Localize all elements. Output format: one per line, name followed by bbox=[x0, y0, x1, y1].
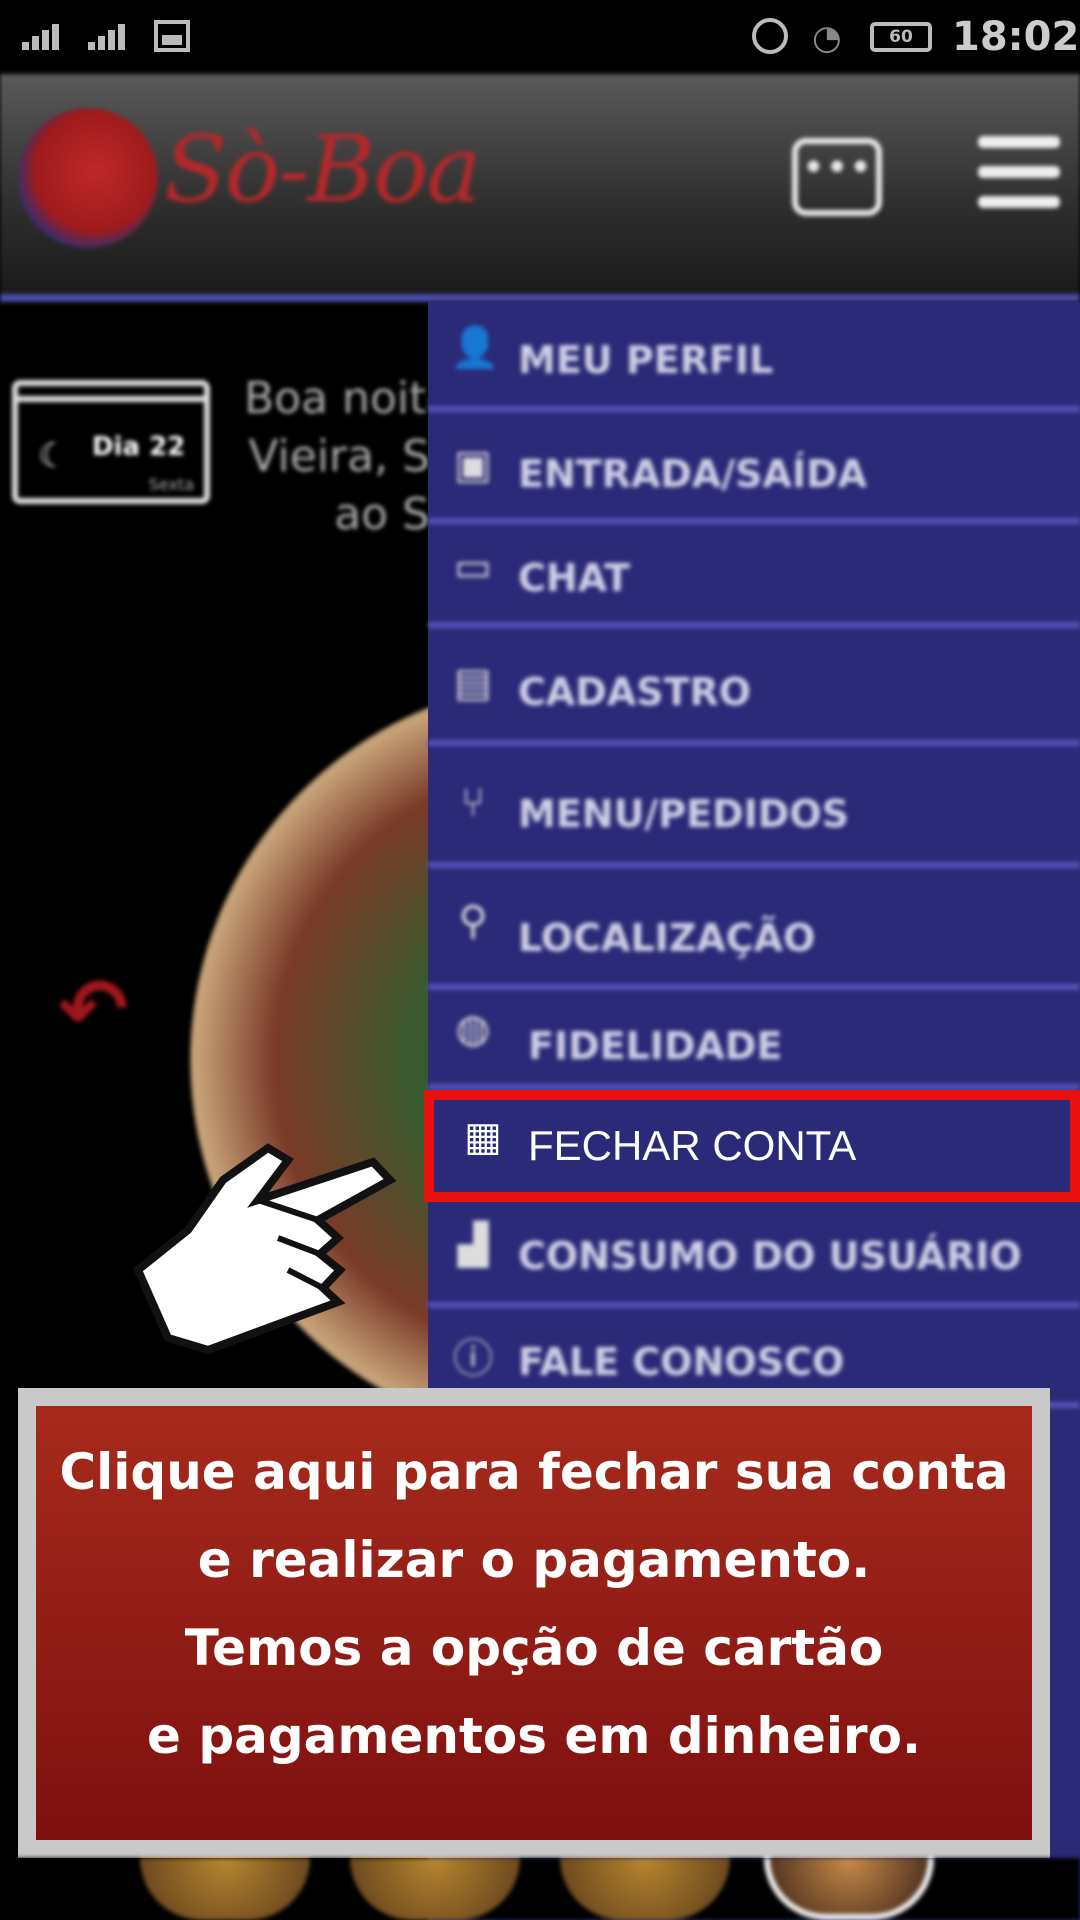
callout-line: Temos a opção de cartão bbox=[184, 1619, 884, 1677]
menu-item-label: FALE CONOSCO bbox=[518, 1340, 845, 1384]
location-pin-icon: ⚲ bbox=[458, 898, 488, 944]
menu-item-chat[interactable]: ▭ CHAT bbox=[428, 524, 1080, 628]
document-icon: ▤ bbox=[454, 660, 492, 706]
thumbnail[interactable] bbox=[560, 1858, 730, 1920]
thumbnail[interactable] bbox=[350, 1858, 520, 1920]
menu-item-label: FECHAR CONTA bbox=[528, 1122, 857, 1169]
chart-icon: ▟ bbox=[457, 1222, 489, 1268]
thumbnail[interactable] bbox=[764, 1858, 934, 1920]
hamburger-icon[interactable] bbox=[978, 136, 1060, 216]
greeting-line: Boa noite bbox=[244, 373, 430, 424]
cash-register-icon: ▦ bbox=[464, 1114, 502, 1160]
person-icon: 👤 bbox=[450, 325, 500, 371]
callout-line: e pagamentos em dinheiro. bbox=[147, 1707, 921, 1765]
moon-icon: ☾ bbox=[38, 436, 69, 476]
menu-item-cadastro[interactable]: ▤ CADASTRO bbox=[428, 628, 1080, 746]
callout-text: Clique aqui para fechar sua conta e real… bbox=[36, 1428, 1032, 1780]
menu-item-meu-perfil[interactable]: 👤 MEU PERFIL bbox=[428, 302, 1080, 412]
callout-line: Clique aqui para fechar sua conta bbox=[59, 1443, 1009, 1501]
menu-item-consumo-do-usuario[interactable]: ▟ CONSUMO DO USUÁRIO bbox=[428, 1202, 1080, 1308]
calendar-icon: ☾ Dia 22 Sexta bbox=[12, 380, 210, 504]
menu-item-label: CADASTRO bbox=[518, 670, 752, 714]
chat-icon: ▭ bbox=[454, 544, 492, 590]
callout-line: e realizar o pagamento. bbox=[197, 1531, 871, 1589]
app-header: Sò-Boa ••• bbox=[0, 74, 1080, 302]
menu-item-label: MENU/PEDIDOS bbox=[518, 792, 850, 836]
signal-icon bbox=[88, 20, 125, 50]
back-arrow-icon: ↶ bbox=[58, 960, 129, 1058]
instruction-callout: Clique aqui para fechar sua conta e real… bbox=[18, 1388, 1050, 1858]
menu-item-fechar-conta[interactable]: ▦ FECHAR CONTA bbox=[424, 1090, 1080, 1202]
menu-item-menu-pedidos[interactable]: ⑂ MENU/PEDIDOS bbox=[428, 746, 1080, 868]
greeting-line: ao S bbox=[334, 489, 430, 540]
loyalty-icon: ◍ bbox=[455, 1006, 491, 1052]
calendar-day: Dia 22 bbox=[92, 432, 186, 462]
menu-item-localizacao[interactable]: ⚲ LOCALIZAÇÃO bbox=[428, 868, 1080, 990]
alarm-icon bbox=[752, 18, 788, 54]
help-icon: ⓘ bbox=[453, 1336, 493, 1382]
battery-icon: 60 bbox=[870, 22, 932, 52]
menu-item-label: CHAT bbox=[518, 556, 631, 600]
chat-bubble-icon[interactable]: ••• bbox=[792, 138, 882, 216]
menu-item-label: ENTRADA/SAÍDA bbox=[518, 452, 868, 496]
clock: 18:02 bbox=[952, 14, 1080, 60]
signal-icon bbox=[22, 20, 59, 50]
door-icon: ▣ bbox=[454, 442, 492, 488]
menu-item-entrada-saida[interactable]: ▣ ENTRADA/SAÍDA bbox=[428, 412, 1080, 524]
greeting-line: Vieira, S bbox=[248, 431, 430, 482]
menu-item-label: MEU PERFIL bbox=[518, 338, 774, 382]
menu-item-label: CONSUMO DO USUÁRIO bbox=[518, 1234, 1022, 1278]
status-bar: ◔ 60 18:02 bbox=[0, 0, 1080, 74]
menu-item-fidelidade[interactable]: ◍ FIDELIDADE bbox=[428, 990, 1080, 1090]
logo-icon bbox=[18, 108, 158, 248]
pointing-hand-icon bbox=[133, 1143, 397, 1355]
photo-icon bbox=[154, 20, 190, 52]
cutlery-icon: ⑂ bbox=[461, 780, 485, 826]
menu-item-label: LOCALIZAÇÃO bbox=[518, 916, 816, 960]
thumbnail[interactable] bbox=[140, 1858, 310, 1920]
greeting-text: Boa noite Vieira, S ao S bbox=[244, 370, 430, 544]
wifi-icon: ◔ bbox=[812, 18, 842, 58]
bottom-thumbnails bbox=[0, 1858, 1080, 1920]
calendar-weekday: Sexta bbox=[148, 475, 194, 494]
menu-item-label: FIDELIDADE bbox=[528, 1024, 783, 1068]
logo-text: Sò-Boa bbox=[164, 116, 481, 223]
